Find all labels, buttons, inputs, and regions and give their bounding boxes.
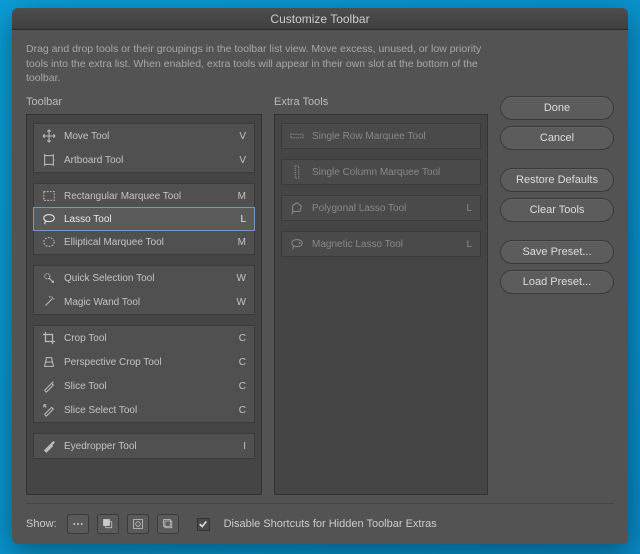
crop-icon bbox=[42, 331, 56, 345]
tool-group[interactable]: Move ToolVArtboard ToolV bbox=[33, 123, 255, 173]
tool-shortcut: C bbox=[234, 357, 246, 368]
move-icon bbox=[42, 129, 56, 143]
show-label: Show: bbox=[26, 518, 57, 530]
toolbar-column: Toolbar Move ToolVArtboard ToolVRectangu… bbox=[26, 96, 262, 495]
tool-shortcut: C bbox=[234, 381, 246, 392]
tool-group[interactable]: Crop ToolCPerspective Crop ToolCSlice To… bbox=[33, 325, 255, 423]
tool-label: Magnetic Lasso Tool bbox=[312, 239, 460, 250]
tool-shortcut: M bbox=[234, 237, 246, 248]
window-title: Customize Toolbar bbox=[270, 12, 369, 26]
extra-list[interactable]: Single Row Marquee Tool Single Column Mar… bbox=[274, 114, 488, 495]
tool-row[interactable]: Crop ToolC bbox=[34, 326, 254, 350]
content: Drag and drop tools or their groupings i… bbox=[12, 30, 628, 544]
tool-label: Artboard Tool bbox=[64, 155, 234, 166]
restore-defaults-button[interactable]: Restore Defaults bbox=[500, 168, 614, 192]
artboard-icon bbox=[42, 153, 56, 167]
tool-row[interactable]: Lasso ToolL bbox=[33, 207, 255, 231]
tool-shortcut: V bbox=[234, 155, 246, 166]
tool-label: Quick Selection Tool bbox=[64, 273, 234, 284]
rect-marquee-icon bbox=[42, 189, 56, 203]
tool-shortcut: V bbox=[234, 131, 246, 142]
tool-row[interactable]: Magic Wand ToolW bbox=[34, 290, 254, 314]
footer: Show: Disable Shortcuts for Hidden Toolb… bbox=[26, 503, 614, 534]
clear-tools-button[interactable]: Clear Tools bbox=[500, 198, 614, 222]
tool-row[interactable]: Polygonal Lasso ToolL bbox=[282, 196, 480, 220]
tool-group[interactable]: Eyedropper ToolI bbox=[33, 433, 255, 459]
eyedropper-icon bbox=[42, 439, 56, 453]
row-marquee-icon bbox=[290, 129, 304, 143]
tool-shortcut: L bbox=[234, 214, 246, 225]
dialog-window: Customize Toolbar Drag and drop tools or… bbox=[12, 8, 628, 544]
tool-shortcut: W bbox=[234, 297, 246, 308]
buttons-column: Done Cancel Restore Defaults Clear Tools… bbox=[500, 96, 614, 495]
tool-group[interactable]: Rectangular Marquee ToolMLasso ToolLElli… bbox=[33, 183, 255, 255]
tool-label: Slice Tool bbox=[64, 381, 234, 392]
save-preset-button[interactable]: Save Preset... bbox=[500, 240, 614, 264]
tool-label: Lasso Tool bbox=[64, 214, 234, 225]
tool-shortcut: C bbox=[234, 405, 246, 416]
tool-row[interactable]: Quick Selection ToolW bbox=[34, 266, 254, 290]
description-text: Drag and drop tools or their groupings i… bbox=[26, 42, 506, 86]
magic-wand-icon bbox=[42, 295, 56, 309]
tool-group[interactable]: Polygonal Lasso ToolL bbox=[281, 195, 481, 221]
tool-label: Perspective Crop Tool bbox=[64, 357, 234, 368]
tool-shortcut: M bbox=[234, 191, 246, 202]
menu-extras-icon[interactable] bbox=[67, 514, 89, 534]
tool-label: Single Row Marquee Tool bbox=[312, 131, 460, 142]
poly-lasso-icon bbox=[290, 201, 304, 215]
cancel-button[interactable]: Cancel bbox=[500, 126, 614, 150]
col-marquee-icon bbox=[290, 165, 304, 179]
load-preset-button[interactable]: Load Preset... bbox=[500, 270, 614, 294]
tool-row[interactable]: Artboard ToolV bbox=[34, 148, 254, 172]
tool-label: Elliptical Marquee Tool bbox=[64, 237, 234, 248]
tool-label: Single Column Marquee Tool bbox=[312, 167, 460, 178]
titlebar[interactable]: Customize Toolbar bbox=[12, 8, 628, 30]
tool-row[interactable]: Single Column Marquee Tool bbox=[282, 160, 480, 184]
tool-shortcut: L bbox=[460, 203, 472, 214]
tool-label: Slice Select Tool bbox=[64, 405, 234, 416]
tool-row[interactable]: Perspective Crop ToolC bbox=[34, 350, 254, 374]
tool-row[interactable]: Single Row Marquee Tool bbox=[282, 124, 480, 148]
tool-row[interactable]: Slice ToolC bbox=[34, 374, 254, 398]
screenmode-icon[interactable] bbox=[157, 514, 179, 534]
tool-shortcut: L bbox=[460, 239, 472, 250]
tool-group[interactable]: Magnetic Lasso ToolL bbox=[281, 231, 481, 257]
persp-crop-icon bbox=[42, 355, 56, 369]
tool-label: Crop Tool bbox=[64, 333, 234, 344]
mag-lasso-icon bbox=[290, 237, 304, 251]
tool-label: Move Tool bbox=[64, 131, 234, 142]
slice-icon bbox=[42, 379, 56, 393]
tool-group[interactable]: Single Column Marquee Tool bbox=[281, 159, 481, 185]
tool-label: Eyedropper Tool bbox=[64, 441, 234, 452]
done-button[interactable]: Done bbox=[500, 96, 614, 120]
toolbar-header: Toolbar bbox=[26, 96, 262, 108]
foreground-bg-icon[interactable] bbox=[97, 514, 119, 534]
tool-group[interactable]: Single Row Marquee Tool bbox=[281, 123, 481, 149]
lasso-icon bbox=[42, 212, 56, 226]
tool-group[interactable]: Quick Selection ToolWMagic Wand ToolW bbox=[33, 265, 255, 315]
tool-row[interactable]: Elliptical Marquee ToolM bbox=[34, 230, 254, 254]
tool-row[interactable]: Slice Select ToolC bbox=[34, 398, 254, 422]
tool-shortcut: I bbox=[234, 441, 246, 452]
slice-select-icon bbox=[42, 403, 56, 417]
extra-header: Extra Tools bbox=[274, 96, 488, 108]
tool-row[interactable]: Magnetic Lasso ToolL bbox=[282, 232, 480, 256]
tool-label: Polygonal Lasso Tool bbox=[312, 203, 460, 214]
disable-shortcuts-checkbox[interactable] bbox=[197, 518, 210, 531]
main-area: Toolbar Move ToolVArtboard ToolVRectangu… bbox=[26, 96, 614, 495]
tool-shortcut: C bbox=[234, 333, 246, 344]
tool-shortcut: W bbox=[234, 273, 246, 284]
quick-select-icon bbox=[42, 271, 56, 285]
quickmask-icon[interactable] bbox=[127, 514, 149, 534]
toolbar-list[interactable]: Move ToolVArtboard ToolVRectangular Marq… bbox=[26, 114, 262, 495]
tool-row[interactable]: Eyedropper ToolI bbox=[34, 434, 254, 458]
tool-label: Magic Wand Tool bbox=[64, 297, 234, 308]
tool-row[interactable]: Rectangular Marquee ToolM bbox=[34, 184, 254, 208]
tool-label: Rectangular Marquee Tool bbox=[64, 191, 234, 202]
extra-column: Extra Tools Single Row Marquee ToolSingl… bbox=[274, 96, 488, 495]
tool-row[interactable]: Move ToolV bbox=[34, 124, 254, 148]
ellipse-marquee-icon bbox=[42, 235, 56, 249]
disable-shortcuts-label: Disable Shortcuts for Hidden Toolbar Ext… bbox=[224, 518, 437, 530]
